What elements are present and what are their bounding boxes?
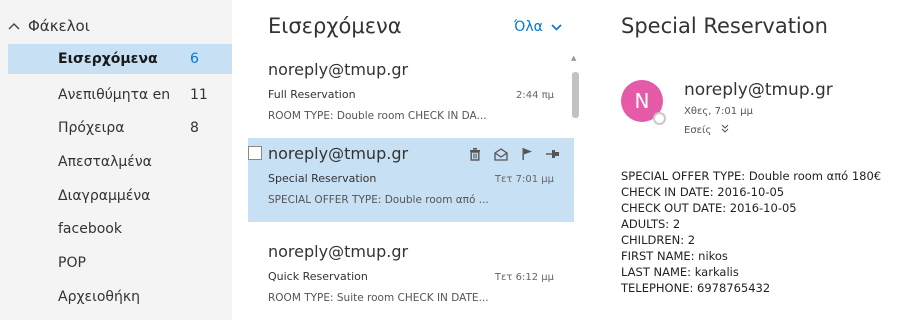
presence-status-icon: [653, 112, 666, 125]
scrollbar-thumb[interactable]: [572, 72, 579, 118]
sender-address[interactable]: noreply@tmup.gr: [684, 80, 833, 100]
folder-item-archive[interactable]: Αρχειοθήκη: [8, 282, 232, 312]
body-line: CHECK OUT DATE: 2016-10-05: [621, 201, 797, 215]
double-chevron-down-icon: [721, 124, 729, 136]
recipient-label: Εσείς: [684, 125, 712, 136]
list-title: Εισερχόμενα: [268, 14, 402, 38]
body-line: ADULTS: 2: [621, 217, 681, 231]
folder-item-inbox[interactable]: Εισερχόμενα 6: [8, 44, 232, 74]
message-list: Εισερχόμενα Όλα noreply@tmup.gr Full Res…: [232, 0, 586, 320]
filter-label: Όλα: [514, 19, 543, 35]
message-sender: noreply@tmup.gr: [268, 144, 409, 163]
message-subject: Quick Reservation: [268, 270, 368, 283]
folder-item-pop[interactable]: POP: [8, 248, 232, 278]
message-preview: SPECIAL OFFER TYPE: Double room από ...: [268, 194, 489, 206]
folder-item-sent[interactable]: Απεσταλμένα: [8, 147, 232, 177]
avatar-letter: N: [634, 89, 650, 113]
folders-header[interactable]: Φάκελοι: [8, 14, 90, 38]
folder-label: Εισερχόμενα: [58, 51, 158, 67]
chevron-down-icon: [551, 21, 562, 34]
filter-dropdown[interactable]: Όλα: [514, 19, 562, 35]
unread-count: 6: [190, 51, 199, 67]
body-line: SPECIAL OFFER TYPE: Double room από 180€: [621, 169, 882, 183]
unread-count: 11: [190, 87, 208, 103]
select-checkbox[interactable]: [248, 146, 262, 160]
received-date: Χθες, 7:01 μμ: [684, 106, 753, 117]
body-line: LAST NAME: karkalis: [621, 265, 739, 279]
message-preview: ROOM TYPE: Double room CHECK IN DA...: [268, 110, 487, 122]
message-time: 2:44 πμ: [515, 90, 554, 101]
folder-label: Διαγραμμένα: [58, 188, 151, 204]
message-item[interactable]: noreply@tmup.gr Full Reservation 2:44 πμ…: [248, 54, 574, 138]
folder-label: Αρχειοθήκη: [58, 289, 140, 305]
message-item[interactable]: noreply@tmup.gr Quick Reservation Τετ 6:…: [248, 236, 574, 320]
message-sender: noreply@tmup.gr: [268, 242, 409, 261]
folder-label: Απεσταλμένα: [58, 154, 152, 170]
folder-label: POP: [58, 255, 86, 271]
message-time: Τετ 7:01 μμ: [494, 174, 554, 185]
message-body: SPECIAL OFFER TYPE: Double room από 180€…: [621, 168, 919, 296]
message-sender: noreply@tmup.gr: [268, 60, 409, 79]
trash-icon[interactable]: [468, 146, 482, 161]
body-line: CHECK IN DATE: 2016-10-05: [621, 185, 785, 199]
message-preview: ROOM TYPE: Suite room CHECK IN DATE...: [268, 292, 489, 304]
reading-pane: Special Reservation N noreply@tmup.gr Χθ…: [586, 0, 919, 320]
scroll-up-arrow-icon[interactable]: ▲: [571, 54, 576, 62]
body-line: FIRST NAME: nikos: [621, 249, 728, 263]
body-line: CHILDREN: 2: [621, 233, 696, 247]
message-subject: Full Reservation: [268, 88, 356, 101]
folder-label: facebook: [58, 221, 122, 237]
message-title: Special Reservation: [621, 14, 828, 38]
folder-pane: Φάκελοι Εισερχόμενα 6 Ανεπιθύμητα en 11 …: [0, 0, 232, 320]
chevron-up-icon[interactable]: [8, 19, 22, 33]
folder-item-facebook[interactable]: facebook: [8, 214, 232, 244]
pin-icon[interactable]: [546, 146, 560, 160]
body-line: TELEPHONE: 6978765432: [621, 281, 771, 295]
folder-item-junk[interactable]: Ανεπιθύμητα en 11: [8, 80, 232, 110]
folders-header-label: Φάκελοι: [28, 17, 90, 35]
flag-icon[interactable]: [520, 146, 534, 160]
folder-label: Πρόχειρα: [58, 120, 125, 136]
message-time: Τετ 6:12 μμ: [494, 272, 554, 283]
folder-label: Ανεπιθύμητα en: [58, 87, 171, 103]
recipients-toggle[interactable]: Εσείς: [684, 124, 729, 136]
folder-item-deleted[interactable]: Διαγραμμένα: [8, 181, 232, 211]
unread-count: 8: [190, 120, 199, 136]
mark-read-icon[interactable]: [494, 146, 508, 161]
message-subject: Special Reservation: [268, 172, 377, 185]
message-actions: [468, 146, 560, 161]
message-item-selected[interactable]: noreply@tmup.gr Special Reservation Τετ …: [248, 138, 574, 222]
folder-item-drafts[interactable]: Πρόχειρα 8: [8, 113, 232, 143]
